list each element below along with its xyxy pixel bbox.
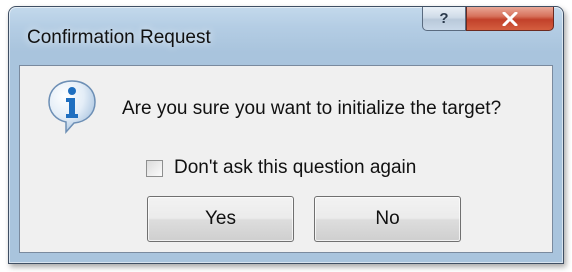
window-title: Confirmation Request xyxy=(27,27,211,48)
no-button[interactable]: No xyxy=(314,196,461,242)
checkbox-label[interactable]: Don't ask this question again xyxy=(174,157,416,179)
help-button[interactable]: ? xyxy=(422,7,466,31)
confirmation-message: Are you sure you want to initialize the … xyxy=(122,98,502,119)
dialog-content: Are you sure you want to initialize the … xyxy=(19,65,553,253)
yes-button[interactable]: Yes xyxy=(147,196,294,242)
title-bar[interactable]: Confirmation Request ? xyxy=(9,7,563,65)
dont-ask-again-checkbox[interactable]: Don't ask this question again xyxy=(146,157,416,179)
question-mark-icon: ? xyxy=(439,10,449,27)
confirmation-dialog: Confirmation Request ? Are you sure you … xyxy=(8,6,564,264)
close-icon xyxy=(502,11,518,26)
checkbox-box[interactable] xyxy=(146,159,163,177)
information-icon xyxy=(48,80,96,134)
close-button[interactable] xyxy=(466,7,554,31)
